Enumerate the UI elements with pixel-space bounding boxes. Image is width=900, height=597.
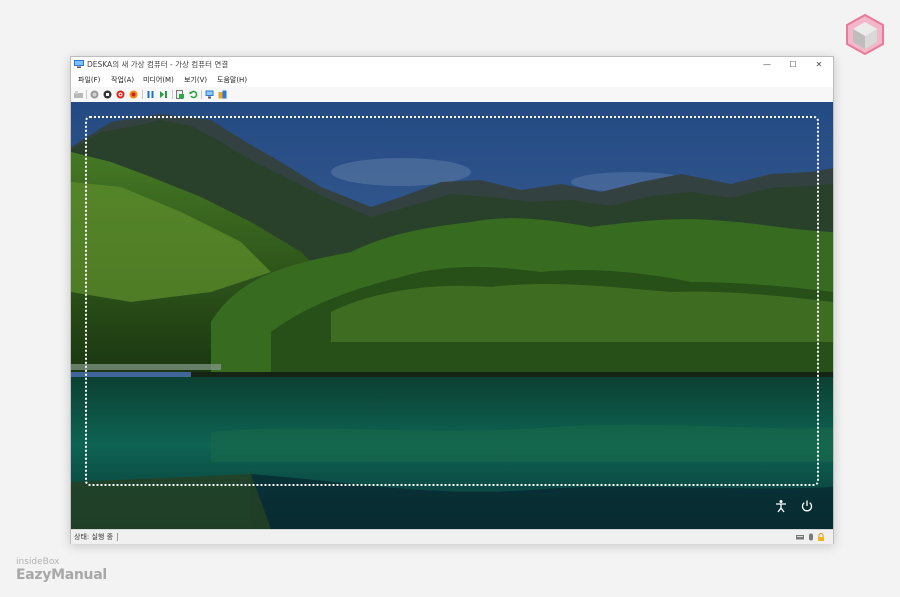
menu-view[interactable]: 보기(V) (184, 75, 207, 85)
menu-bar: 파일(F) 작업(A) 미디어(M) 보기(V) 도움말(H) (71, 74, 833, 87)
reset-icon[interactable] (159, 90, 168, 99)
status-text: 상태: 실행 중 (74, 533, 114, 541)
lock-icon (818, 533, 824, 541)
enhanced-session-icon[interactable] (205, 90, 214, 99)
turn-off-icon[interactable] (103, 90, 112, 99)
ease-of-access-icon[interactable] (774, 499, 788, 513)
save-icon[interactable] (129, 90, 138, 99)
power-icon[interactable] (800, 499, 814, 513)
revert-icon[interactable] (189, 90, 198, 99)
toolbar-separator (201, 90, 202, 99)
pause-icon[interactable] (146, 90, 155, 99)
window-title: DESKA의 새 가상 컴퓨터 - 가상 컴퓨터 연결 (87, 60, 229, 69)
watermark-title: EazyManual (16, 567, 107, 583)
mouse-icon (809, 533, 813, 541)
close-button[interactable]: ✕ (809, 58, 829, 72)
title-bar[interactable]: DESKA의 새 가상 컴퓨터 - 가상 컴퓨터 연결 — ☐ ✕ (71, 57, 833, 74)
cube-logo-icon (846, 13, 884, 56)
toolbar (71, 87, 833, 103)
share-icon[interactable] (218, 90, 227, 99)
keyboard-icon (796, 535, 804, 540)
vm-connect-icon (74, 60, 84, 68)
shut-down-icon[interactable] (116, 90, 125, 99)
toolbar-separator (86, 90, 87, 99)
checkpoint-icon[interactable] (176, 90, 185, 99)
start-icon[interactable] (90, 90, 99, 99)
lockscreen-highlight-frame (85, 116, 819, 486)
toolbar-separator (172, 90, 173, 99)
menu-action[interactable]: 작업(A) (111, 75, 134, 85)
minimize-button[interactable]: — (757, 58, 777, 72)
status-separator (117, 533, 118, 541)
menu-media[interactable]: 미디어(M) (143, 75, 174, 85)
status-bar: 상태: 실행 중 (71, 529, 833, 544)
vm-connection-window: DESKA의 새 가상 컴퓨터 - 가상 컴퓨터 연결 — ☐ ✕ 파일(F) … (70, 56, 834, 544)
watermark-brand: insideBox (16, 557, 60, 567)
menu-help[interactable]: 도움말(H) (217, 75, 247, 85)
vm-screen[interactable] (71, 102, 833, 529)
ctrl-alt-del-icon[interactable] (74, 90, 83, 99)
menu-file[interactable]: 파일(F) (78, 75, 100, 85)
maximize-button[interactable]: ☐ (783, 58, 803, 72)
toolbar-separator (142, 90, 143, 99)
watermark: insideBox EazyManual (16, 557, 107, 583)
